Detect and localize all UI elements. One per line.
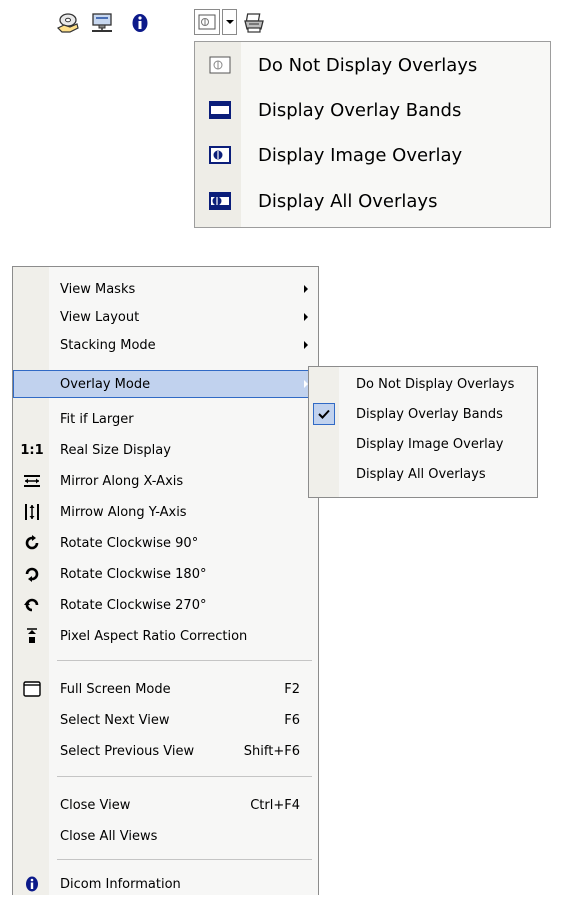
aspect-ratio-icon (22, 627, 42, 645)
dropdown-item-label: Display Image Overlay (258, 144, 463, 166)
menu-separator (57, 660, 312, 661)
submenu-arrow-icon (304, 341, 308, 349)
printer-icon (244, 13, 264, 33)
menu-item-dicom-information[interactable]: Dicom Information (13, 870, 318, 898)
overlay-bands-icon (207, 99, 233, 121)
submenu-item-image-overlay[interactable]: Display Image Overlay (309, 430, 537, 458)
overlay-mode-submenu: Do Not Display Overlays Display Overlay … (308, 366, 538, 498)
checkmark-icon (313, 403, 335, 425)
menu-item-label: Close View (60, 798, 131, 813)
menu-item-shortcut: F6 (284, 713, 300, 728)
submenu-item-label: Do Not Display Overlays (356, 377, 515, 392)
menu-item-label: Full Screen Mode (60, 682, 171, 697)
full-screen-icon (22, 680, 42, 698)
menu-item-overlay-mode[interactable]: Overlay Mode (13, 370, 318, 398)
overlay-mode-icon (198, 14, 216, 30)
menu-item-mirror-x[interactable]: Mirror Along X-Axis (13, 467, 318, 495)
overlay-mode-dropdown-button[interactable] (222, 9, 237, 35)
hand-disk-icon (56, 13, 79, 33)
menu-item-label: Mirrow Along Y-Axis (60, 505, 187, 520)
menu-separator (57, 859, 312, 860)
info-icon (132, 14, 148, 32)
menu-item-view-masks[interactable]: View Masks (13, 275, 318, 303)
menu-item-rotate-180[interactable]: Rotate Clockwise 180° (13, 560, 318, 588)
menu-item-mirror-y[interactable]: Mirrow Along Y-Axis (13, 498, 318, 526)
menu-item-label: Rotate Clockwise 270° (60, 598, 207, 613)
hand-disk-button[interactable] (55, 10, 81, 36)
menu-item-rotate-270[interactable]: Rotate Clockwise 270° (13, 591, 318, 619)
dropdown-item-overlay-bands[interactable]: Display Overlay Bands (195, 88, 550, 132)
submenu-item-label: Display All Overlays (356, 467, 486, 482)
view-context-menu: View Masks View Layout Stacking Mode Ove… (12, 266, 319, 895)
rotate-180-icon (22, 565, 42, 583)
mirror-y-icon (22, 503, 42, 521)
network-screen-icon (92, 13, 112, 32)
menu-item-view-layout[interactable]: View Layout (13, 303, 318, 331)
menu-item-rotate-90[interactable]: Rotate Clockwise 90° (13, 529, 318, 557)
menu-item-label: Pixel Aspect Ratio Correction (60, 629, 248, 644)
menu-item-close-all-views[interactable]: Close All Views (13, 822, 318, 850)
menu-item-label: View Layout (60, 310, 140, 325)
menu-item-real-size-display[interactable]: 1:1 Real Size Display (13, 436, 318, 464)
menu-item-label: Mirror Along X-Axis (60, 474, 184, 489)
submenu-item-label: Display Image Overlay (356, 437, 504, 452)
menu-item-full-screen[interactable]: Full Screen Mode F2 (13, 675, 318, 703)
menu-item-label: Fit if Larger (60, 412, 134, 427)
submenu-item-all-overlays[interactable]: Display All Overlays (309, 460, 537, 488)
network-screen-button[interactable] (89, 10, 115, 36)
rotate-90-icon (22, 534, 42, 552)
submenu-item-label: Display Overlay Bands (356, 407, 503, 422)
rotate-270-icon (22, 596, 42, 614)
menu-item-label: View Masks (60, 282, 136, 297)
menu-item-label: Rotate Clockwise 180° (60, 567, 207, 582)
submenu-item-overlay-bands[interactable]: Display Overlay Bands (309, 400, 537, 428)
menu-item-shortcut: Shift+F6 (243, 744, 300, 759)
info-icon (22, 875, 42, 893)
menu-item-shortcut: Ctrl+F4 (250, 798, 300, 813)
menu-item-label: Dicom Information (60, 877, 181, 892)
menu-item-label: Overlay Mode (60, 377, 151, 392)
menu-separator (57, 776, 312, 777)
info-button[interactable] (127, 10, 153, 36)
menu-item-label: Close All Views (60, 829, 158, 844)
dropdown-item-image-overlay[interactable]: Display Image Overlay (195, 133, 550, 177)
overlay-mode-dropdown: Do Not Display Overlays Display Overlay … (194, 41, 551, 228)
submenu-arrow-icon (304, 285, 308, 293)
submenu-item-no-overlays[interactable]: Do Not Display Overlays (309, 370, 537, 398)
submenu-arrow-icon (304, 313, 308, 321)
dropdown-item-all-overlays[interactable]: Display All Overlays (195, 179, 550, 223)
menu-item-label: Rotate Clockwise 90° (60, 536, 199, 551)
menu-item-select-next-view[interactable]: Select Next View F6 (13, 706, 318, 734)
menu-item-label: Stacking Mode (60, 338, 156, 353)
overlay-mode-button[interactable] (194, 9, 220, 35)
menu-item-label: Select Previous View (60, 744, 195, 759)
menu-item-label: Real Size Display (60, 443, 171, 458)
menu-item-select-previous-view[interactable]: Select Previous View Shift+F6 (13, 737, 318, 765)
no-overlay-icon (207, 54, 233, 76)
dropdown-arrow-icon (225, 20, 234, 24)
image-overlay-icon (207, 144, 233, 166)
menu-item-shortcut: F2 (284, 682, 300, 697)
menu-item-fit-if-larger[interactable]: Fit if Larger (13, 405, 318, 433)
dropdown-item-label: Do Not Display Overlays (258, 54, 478, 76)
dropdown-item-label: Display All Overlays (258, 190, 438, 212)
mirror-x-icon (22, 472, 42, 490)
all-overlays-icon (207, 190, 233, 212)
print-button[interactable] (241, 10, 267, 36)
menu-item-stacking-mode[interactable]: Stacking Mode (13, 331, 318, 359)
menu-item-close-view[interactable]: Close View Ctrl+F4 (13, 791, 318, 819)
menu-item-pixel-aspect-ratio[interactable]: Pixel Aspect Ratio Correction (13, 622, 318, 650)
real-size-icon: 1:1 (20, 442, 44, 458)
menu-item-label: Select Next View (60, 713, 170, 728)
dropdown-item-no-overlays[interactable]: Do Not Display Overlays (195, 43, 550, 87)
dropdown-item-label: Display Overlay Bands (258, 99, 462, 121)
toolbar (55, 8, 325, 38)
